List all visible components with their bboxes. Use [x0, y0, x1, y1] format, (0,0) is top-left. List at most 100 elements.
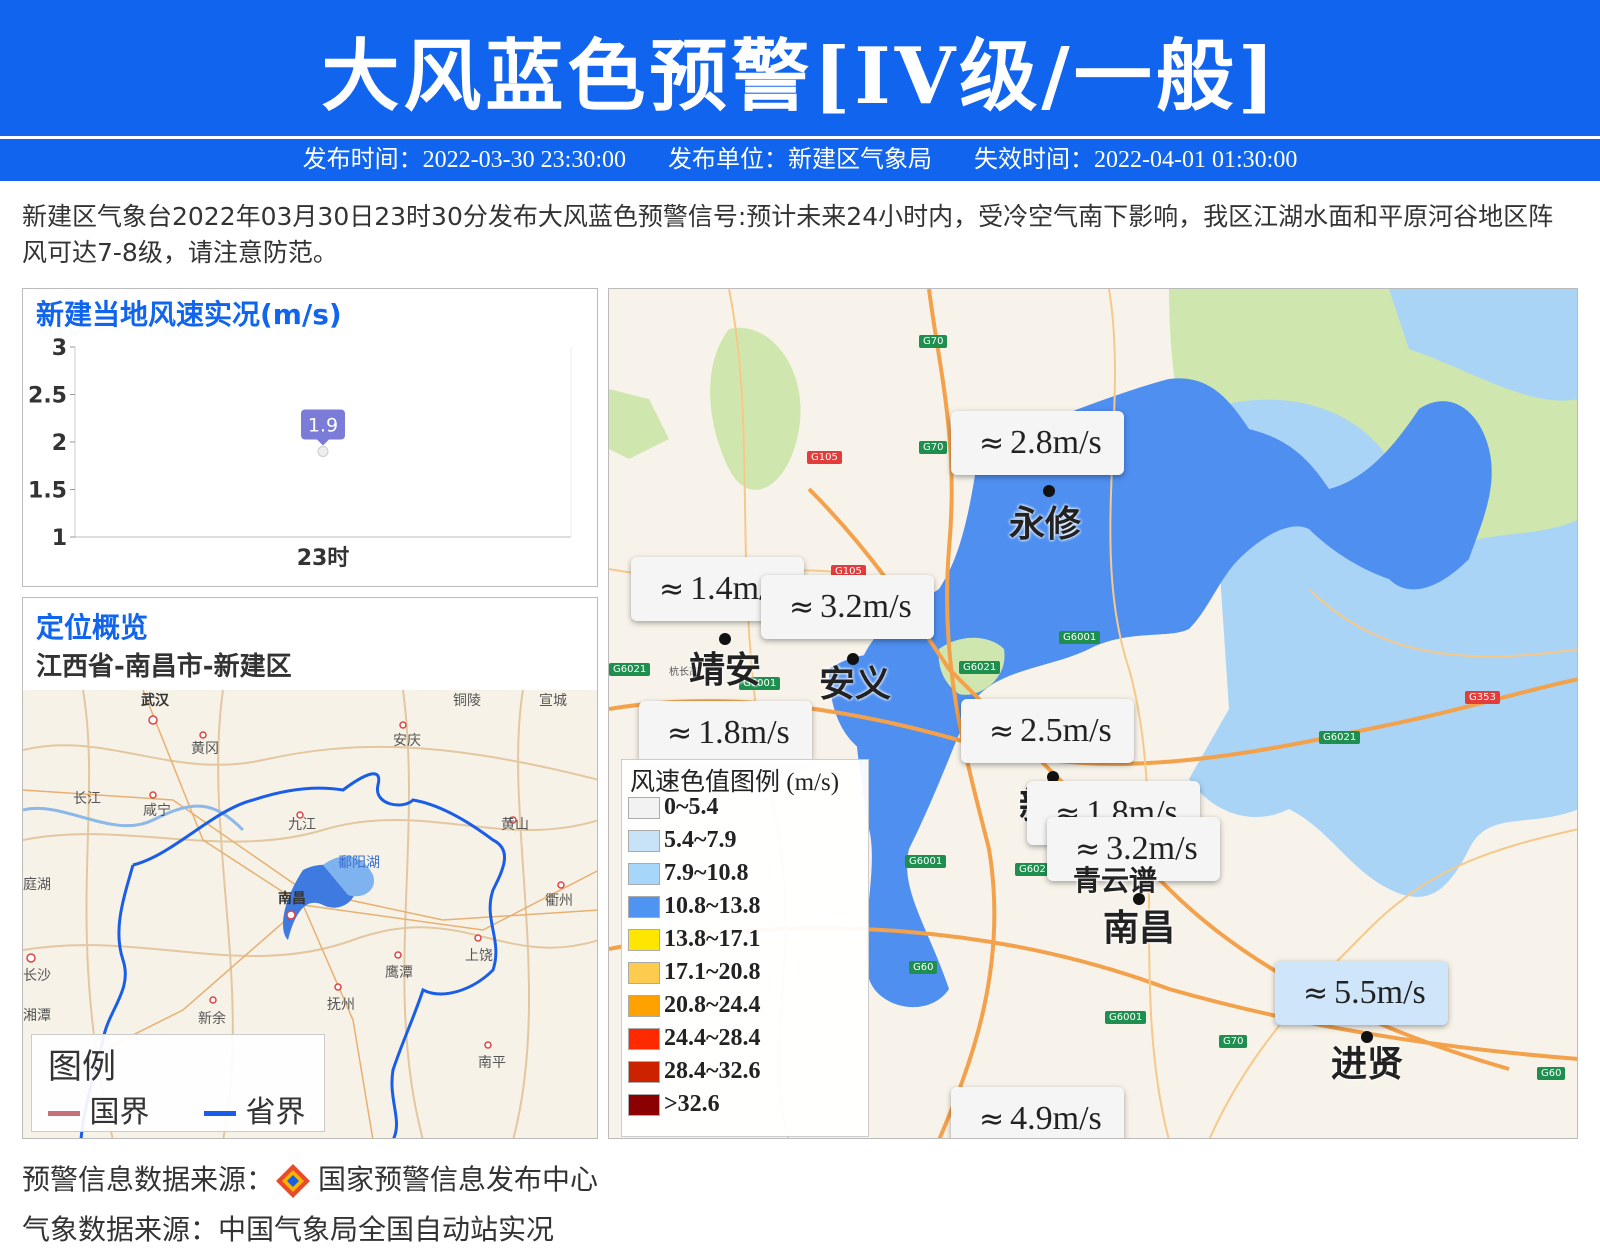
wind-color-legend: 风速色值图例 (m/s) 0~5.4 5.4~7.9 7.9~10.8 10.8~13…	[621, 759, 869, 1137]
road-shield-label: G6021	[959, 661, 1001, 674]
color-legend-item: 28.4~32.6	[628, 1058, 760, 1088]
color-legend-item: 20.8~24.4	[628, 992, 760, 1022]
color-legend-item: 5.4~7.9	[628, 827, 736, 857]
overview-city-label: 湘潭	[23, 1008, 51, 1024]
weather-source-line: 气象数据来源：中国气象局全国自动站实况	[22, 1213, 555, 1246]
overview-city-label: 南平	[478, 1055, 506, 1071]
wind-speed-label[interactable]: ≈4.9m/s	[951, 1087, 1124, 1138]
color-legend-label: 0~5.4	[664, 794, 719, 820]
wind-speed-value: 2.5m/s	[1020, 712, 1112, 749]
overview-city-label: 衢州	[545, 893, 573, 909]
info-bar: 发布时间：2022-03-30 23:30:00 发布单位：新建区气象局 失效时…	[0, 139, 1600, 181]
color-swatch	[628, 962, 660, 985]
overview-city-label: 长沙	[23, 968, 51, 984]
y-tick-label: 1	[52, 526, 67, 551]
color-legend-title: 风速色值图例 (m/s)	[630, 769, 840, 796]
color-legend-label: 24.4~28.4	[664, 1025, 761, 1051]
legend-province-border: 省界	[204, 1087, 306, 1131]
overview-city-label: 咸宁	[143, 803, 171, 819]
data-label: 1.9	[308, 415, 338, 437]
wind-speed-label[interactable]: ≈2.8m/s	[951, 411, 1124, 475]
publisher: 发布单位：新建区气象局	[668, 147, 932, 173]
wind-speed-value: 1.8m/s	[698, 714, 790, 751]
overview-city-label: 上饶	[465, 948, 493, 964]
color-legend-label: 7.9~10.8	[664, 860, 749, 886]
road-shield-label: G70	[919, 335, 948, 348]
color-legend-item: 0~5.4	[628, 794, 718, 824]
wind-chart: 3 2.5 2 1.5 1 23时 1.9	[28, 336, 572, 571]
color-swatch	[628, 896, 660, 919]
overview-map[interactable]: 武汉 黄冈 铜陵 宣城 安庆 长江 咸宁 九江 黄山 鄱阳湖 南昌 衢州 庭湖 上饶 鹰潭 长沙 抚州 湘潭 新余南…	[23, 690, 597, 1138]
color-swatch	[628, 797, 660, 820]
wind-speed-value: 4.9m/s	[1010, 1100, 1102, 1137]
expire-time: 失效时间：2022-04-01 01:30:00	[974, 147, 1298, 173]
data-label-pointer	[317, 439, 329, 446]
publish-time: 发布时间：2022-03-30 23:30:00	[302, 147, 626, 173]
overview-city-label: 武汉	[141, 693, 169, 709]
overview-city-label: 南昌	[278, 891, 306, 907]
road-shield-label: G6001	[1105, 1011, 1147, 1024]
overview-city-label: 鄱阳湖	[338, 855, 380, 871]
warning-source-label: 预警信息数据来源：	[22, 1163, 275, 1196]
color-swatch	[628, 1094, 660, 1117]
wind-speed-label[interactable]: ≈5.5m/s	[1275, 961, 1448, 1025]
wind-speed-label[interactable]: ≈1.8m/s	[639, 701, 812, 765]
overview-legend-title: 图例	[48, 1047, 116, 1087]
national-border-swatch	[48, 1111, 80, 1116]
color-legend-label: 20.8~24.4	[664, 992, 761, 1018]
overview-city-label: 黄冈	[191, 741, 219, 757]
wind-icon: ≈	[1303, 976, 1329, 1011]
wind-map[interactable]: G70 G70 G105 G105 G6001 G6021 G6021 G6001 G353 G6…	[608, 288, 1578, 1139]
wind-speed-value: 2.8m/s	[1010, 424, 1102, 461]
road-shield-label: G6001	[1059, 631, 1101, 644]
overview-city-label: 宣城	[539, 693, 567, 709]
road-shield-label: G105	[807, 451, 842, 464]
wind-icon: ≈	[989, 714, 1015, 749]
road-shield-label: G353	[1465, 691, 1500, 704]
warning-center-logo-icon	[276, 1164, 311, 1198]
road-shield-label: G60	[1537, 1067, 1566, 1080]
road-shield-label: G6021	[1319, 731, 1361, 744]
province-border-swatch	[204, 1111, 236, 1116]
x-tick-label: 23时	[297, 546, 350, 571]
y-tick-label: 3	[52, 336, 67, 361]
overview-city-label: 鹰潭	[385, 965, 413, 981]
overview-city-label: 黄山	[501, 817, 529, 833]
data-point[interactable]	[317, 446, 329, 457]
location-panel: 定位概览 江西省-南昌市-新建区 武汉 黄冈 铜陵 宣城 安庆 长江 咸宁 九江…	[22, 597, 598, 1139]
place-name-qingyunpu: 青云谱	[1073, 864, 1158, 897]
legend-national-border: 国界	[48, 1087, 150, 1131]
color-swatch	[628, 995, 660, 1018]
road-shield-label: G6021	[609, 663, 651, 676]
wind-speed-label[interactable]: ≈3.2m/s	[761, 575, 934, 639]
color-legend-item: 24.4~28.4	[628, 1025, 760, 1055]
warning-source-name[interactable]: 国家预警信息发布中心	[318, 1163, 598, 1196]
wind-chart-panel: 新建当地风速实况(m/s) 3 2.5 2 1.5 1 23时 1.9	[22, 288, 598, 587]
station-name: 靖安	[689, 650, 762, 691]
overview-legend: 图例 国界 省界	[31, 1034, 325, 1132]
station-name: 安义	[819, 664, 892, 705]
wind-speed-value: 3.2m/s	[820, 588, 912, 625]
y-tick-label: 1.5	[28, 479, 67, 504]
color-legend-label: 13.8~17.1	[664, 926, 761, 952]
color-legend-label: 5.4~7.9	[664, 827, 737, 853]
wind-speed-label[interactable]: ≈2.5m/s	[961, 699, 1134, 763]
wind-chart-title: 新建当地风速实况(m/s)	[36, 298, 342, 331]
overview-city-label: 安庆	[393, 733, 421, 749]
warning-description: 新建区气象台2022年03月30日23时30分发布大风蓝色预警信号:预计未来24…	[22, 202, 1554, 267]
wind-icon: ≈	[979, 426, 1005, 461]
color-swatch	[628, 863, 660, 886]
road-shield-label: G70	[919, 441, 948, 454]
station-name: 南昌	[1103, 908, 1176, 949]
y-tick-label: 2.5	[28, 384, 67, 409]
overview-city-label: 抚州	[327, 997, 355, 1013]
road-shield-label: G6001	[905, 855, 947, 868]
overview-city-label: 九江	[288, 817, 316, 833]
overview-city-label: 长江	[73, 791, 101, 807]
y-tick-label: 2	[52, 431, 67, 456]
warning-title: 大风蓝色预警[IV级/一般]	[321, 31, 1279, 122]
overview-city-label: 庭湖	[23, 877, 51, 893]
wind-icon: ≈	[667, 716, 693, 751]
color-swatch	[628, 929, 660, 952]
overview-city-label: 新余	[198, 1011, 226, 1027]
